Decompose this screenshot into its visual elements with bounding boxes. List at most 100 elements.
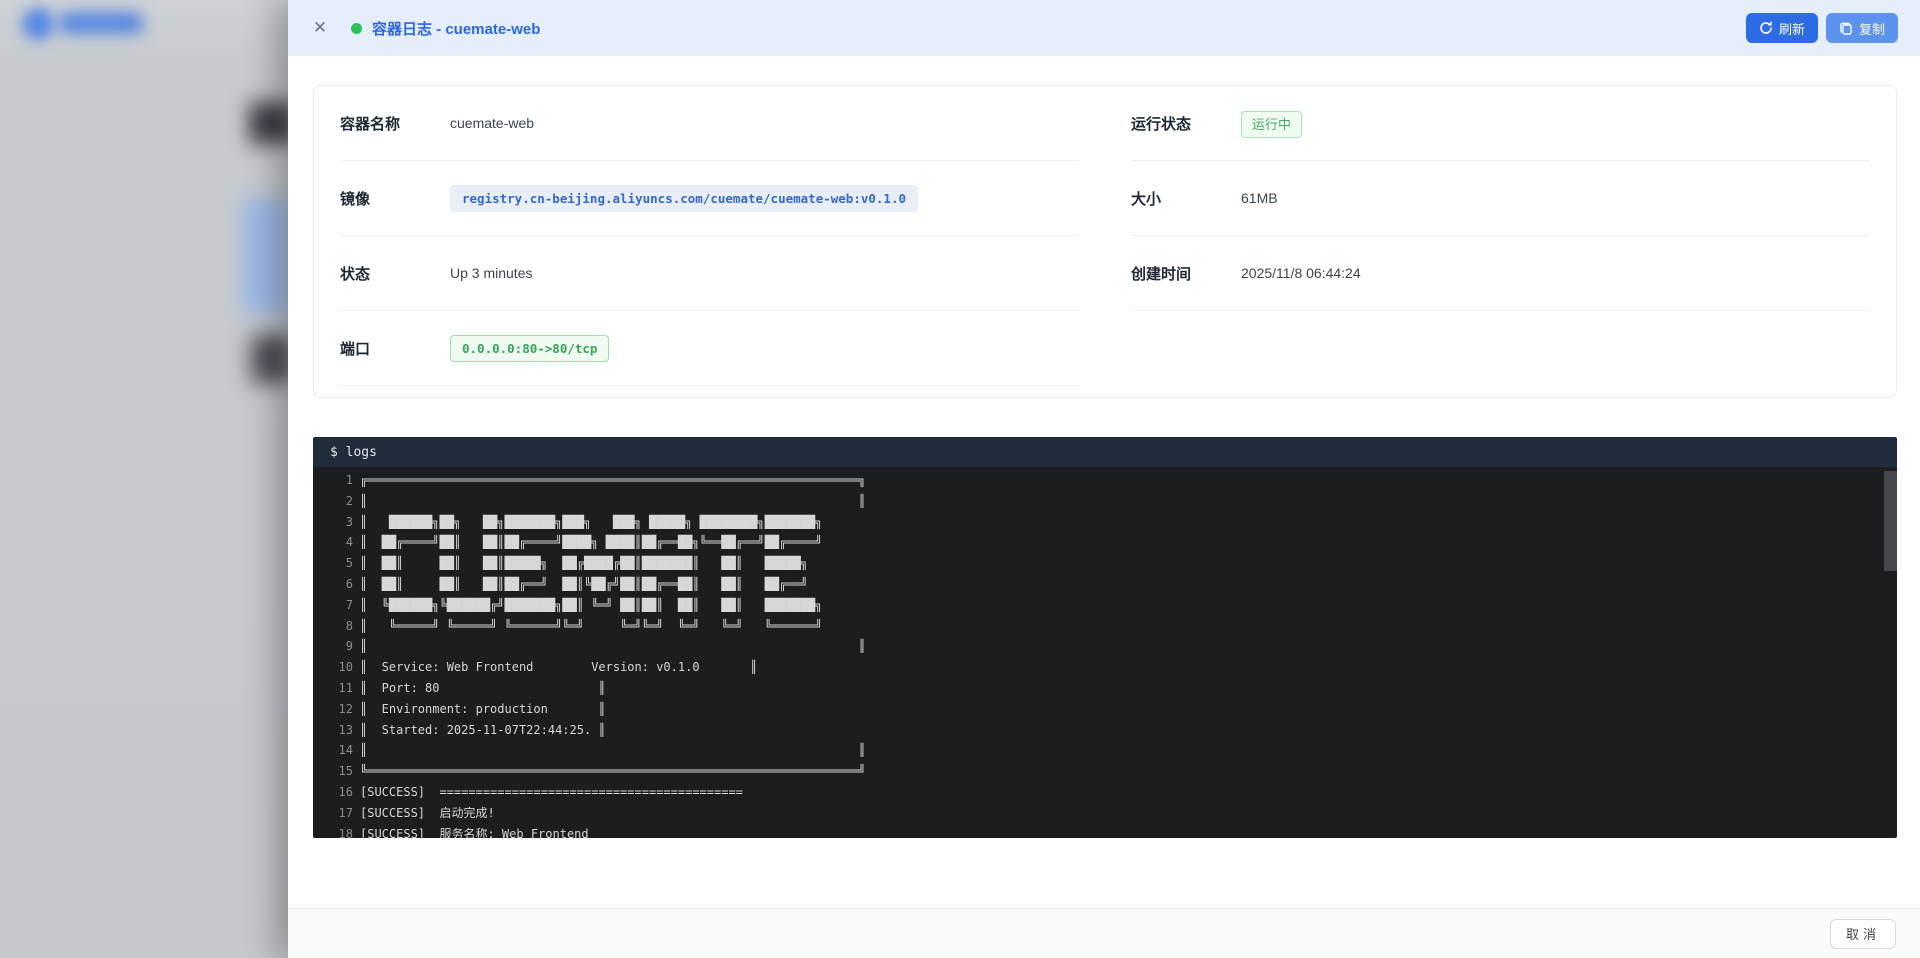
copy-button[interactable]: 复制 (1826, 13, 1898, 43)
terminal-line-text: ║ ██╔════╝██║ ██║██╔════╝████╗ ████║██╔═… (360, 532, 822, 553)
terminal-line-text: ║ ╚═════╝ ╚═════╝ ╚══════╝╚═╝ ╚═╝╚═╝ ╚═╝… (360, 616, 822, 637)
info-row-created-at: 创建时间2025/11/8 06:44:24 (1131, 236, 1870, 311)
info-value-status: Up 3 minutes (450, 265, 532, 281)
info-value-run-state: 运行中 (1241, 111, 1302, 138)
line-number: 12 (313, 699, 360, 720)
terminal-line: 4║ ██╔════╝██║ ██║██╔════╝████╗ ████║██╔… (313, 532, 1897, 553)
terminal-line-text: ║ ║ (360, 636, 866, 657)
blurred-logo-text (58, 13, 144, 33)
terminal-line-text: [SUCCESS] 启动完成! (360, 803, 495, 824)
line-number: 11 (313, 678, 360, 699)
info-label-image: 镜像 (340, 188, 450, 209)
terminal-line-text: [SUCCESS] 服务名称: Web Frontend (360, 824, 589, 838)
terminal-line-text: ║ ██████╗██╗ ██╗███████╗███╗ ███╗ █████╗… (360, 512, 822, 533)
line-number: 13 (313, 720, 360, 741)
terminal-line: 12║ Environment: production ║ (313, 699, 1897, 720)
line-number: 8 (313, 616, 360, 637)
terminal-line-text: ║ Environment: production ║ (360, 699, 606, 720)
terminal-line: 7║ ╚██████╗╚██████╔╝███████╗██║ ╚═╝ ██║█… (313, 595, 1897, 616)
cancel-button[interactable]: 取消 (1830, 919, 1896, 949)
terminal-line: 5║ ██║ ██║ ██║█████╗ ██╔████╔██║███████║… (313, 553, 1897, 574)
terminal-line-text: ║ ║ (360, 740, 866, 761)
terminal-line: 15╚═════════════════════════════════════… (313, 761, 1897, 782)
backdrop-mask[interactable] (0, 0, 288, 958)
line-number: 15 (313, 761, 360, 782)
terminal-line: 6║ ██║ ██║ ██║██╔══╝ ██║╚██╔╝██║██╔══██║… (313, 574, 1897, 595)
terminal-line-text: ╚═══════════════════════════════════════… (360, 761, 866, 782)
drawer-title: 容器日志 - cuemate-web (372, 18, 540, 39)
terminal-lines: 1╔══════════════════════════════════════… (313, 470, 1897, 838)
info-value-container-name: cuemate-web (450, 115, 534, 131)
terminal-line-text: ║ ██║ ██║ ██║█████╗ ██╔████╔██║███████║ … (360, 553, 808, 574)
blurred-selected-row (241, 199, 291, 313)
info-label-ports: 端口 (340, 338, 450, 359)
info-row-ports: 端口0.0.0.0:80->80/tcp (340, 311, 1079, 386)
terminal-line: 13║ Started: 2025-11-07T22:44:25. ║ (313, 720, 1897, 741)
terminal-line: 18[SUCCESS] 服务名称: Web Frontend (313, 824, 1897, 838)
line-number: 1 (313, 470, 360, 491)
line-number: 6 (313, 574, 360, 595)
line-number: 16 (313, 782, 360, 803)
terminal-line: 3║ ██████╗██╗ ██╗███████╗███╗ ███╗ █████… (313, 512, 1897, 533)
container-log-drawer: ✕ 容器日志 - cuemate-web 刷新 复制 容器名称cuemate-w… (288, 0, 1920, 958)
info-row-size: 大小61MB (1131, 161, 1870, 236)
blurred-logo-icon (22, 8, 54, 40)
info-value-created-at: 2025/11/8 06:44:24 (1241, 265, 1361, 281)
terminal-line-text: ║ Port: 80 ║ (360, 678, 606, 699)
terminal-line-text: ║ ╚██████╗╚██████╔╝███████╗██║ ╚═╝ ██║██… (360, 595, 822, 616)
terminal-body[interactable]: 1╔══════════════════════════════════════… (313, 467, 1897, 838)
info-label-status: 状态 (340, 263, 450, 284)
log-terminal: $ logs 1╔═══════════════════════════════… (313, 437, 1897, 838)
scrollbar-thumb[interactable] (1884, 471, 1897, 571)
terminal-line: 17[SUCCESS] 启动完成! (313, 803, 1897, 824)
terminal-header: $ logs (313, 437, 1897, 467)
info-row-run-state: 运行状态运行中 (1131, 86, 1870, 161)
line-number: 4 (313, 532, 360, 553)
terminal-line: 16[SUCCESS] ============================… (313, 782, 1897, 803)
blurred-text-block (251, 335, 293, 383)
line-number: 2 (313, 491, 360, 512)
info-row-image: 镜像registry.cn-beijing.aliyuncs.com/cuema… (340, 161, 1079, 236)
terminal-line: 2║ ║ (313, 491, 1897, 512)
line-number: 18 (313, 824, 360, 838)
drawer-header: ✕ 容器日志 - cuemate-web 刷新 复制 (288, 0, 1920, 56)
line-number: 14 (313, 740, 360, 761)
terminal-line-text: ║ Started: 2025-11-07T22:44:25. ║ (360, 720, 606, 741)
drawer-body: 容器名称cuemate-web镜像registry.cn-beijing.ali… (288, 56, 1920, 908)
terminal-line: 8║ ╚═════╝ ╚═════╝ ╚══════╝╚═╝ ╚═╝╚═╝ ╚═… (313, 616, 1897, 637)
info-row-container-name: 容器名称cuemate-web (340, 86, 1079, 161)
terminal-line: 11║ Port: 80 ║ (313, 678, 1897, 699)
info-value-image: registry.cn-beijing.aliyuncs.com/cuemate… (450, 185, 918, 212)
terminal-line: 14║ ║ (313, 740, 1897, 761)
line-number: 7 (313, 595, 360, 616)
drawer-footer: 取消 (288, 908, 1920, 958)
info-label-container-name: 容器名称 (340, 113, 450, 134)
terminal-line-text: ╔═══════════════════════════════════════… (360, 470, 866, 491)
line-number: 10 (313, 657, 360, 678)
refresh-label: 刷新 (1779, 19, 1805, 38)
refresh-icon (1759, 21, 1773, 35)
refresh-button[interactable]: 刷新 (1746, 13, 1818, 43)
running-status-dot (351, 23, 362, 34)
info-label-run-state: 运行状态 (1131, 113, 1241, 134)
info-value-size: 61MB (1241, 190, 1278, 206)
copy-icon (1839, 21, 1853, 35)
info-row-status: 状态Up 3 minutes (340, 236, 1079, 311)
info-label-created-at: 创建时间 (1131, 263, 1241, 284)
terminal-line-text: ║ ║ (360, 491, 866, 512)
container-info-card: 容器名称cuemate-web镜像registry.cn-beijing.ali… (313, 85, 1897, 398)
terminal-line-text: ║ ██║ ██║ ██║██╔══╝ ██║╚██╔╝██║██╔══██║ … (360, 574, 808, 595)
close-icon[interactable]: ✕ (310, 18, 330, 38)
terminal-line-text: ║ Service: Web Frontend Version: v0.1.0 … (360, 657, 757, 678)
copy-label: 复制 (1859, 19, 1885, 38)
info-col-right: 运行状态运行中大小61MB创建时间2025/11/8 06:44:24 (1105, 86, 1896, 386)
line-number: 3 (313, 512, 360, 533)
info-col-left: 容器名称cuemate-web镜像registry.cn-beijing.ali… (314, 86, 1105, 386)
terminal-prompt: $ logs (330, 445, 377, 460)
terminal-line-text: [SUCCESS] ==============================… (360, 782, 743, 803)
line-number: 17 (313, 803, 360, 824)
line-number: 5 (313, 553, 360, 574)
line-number: 9 (313, 636, 360, 657)
terminal-line: 1╔══════════════════════════════════════… (313, 470, 1897, 491)
info-value-ports: 0.0.0.0:80->80/tcp (450, 335, 609, 362)
